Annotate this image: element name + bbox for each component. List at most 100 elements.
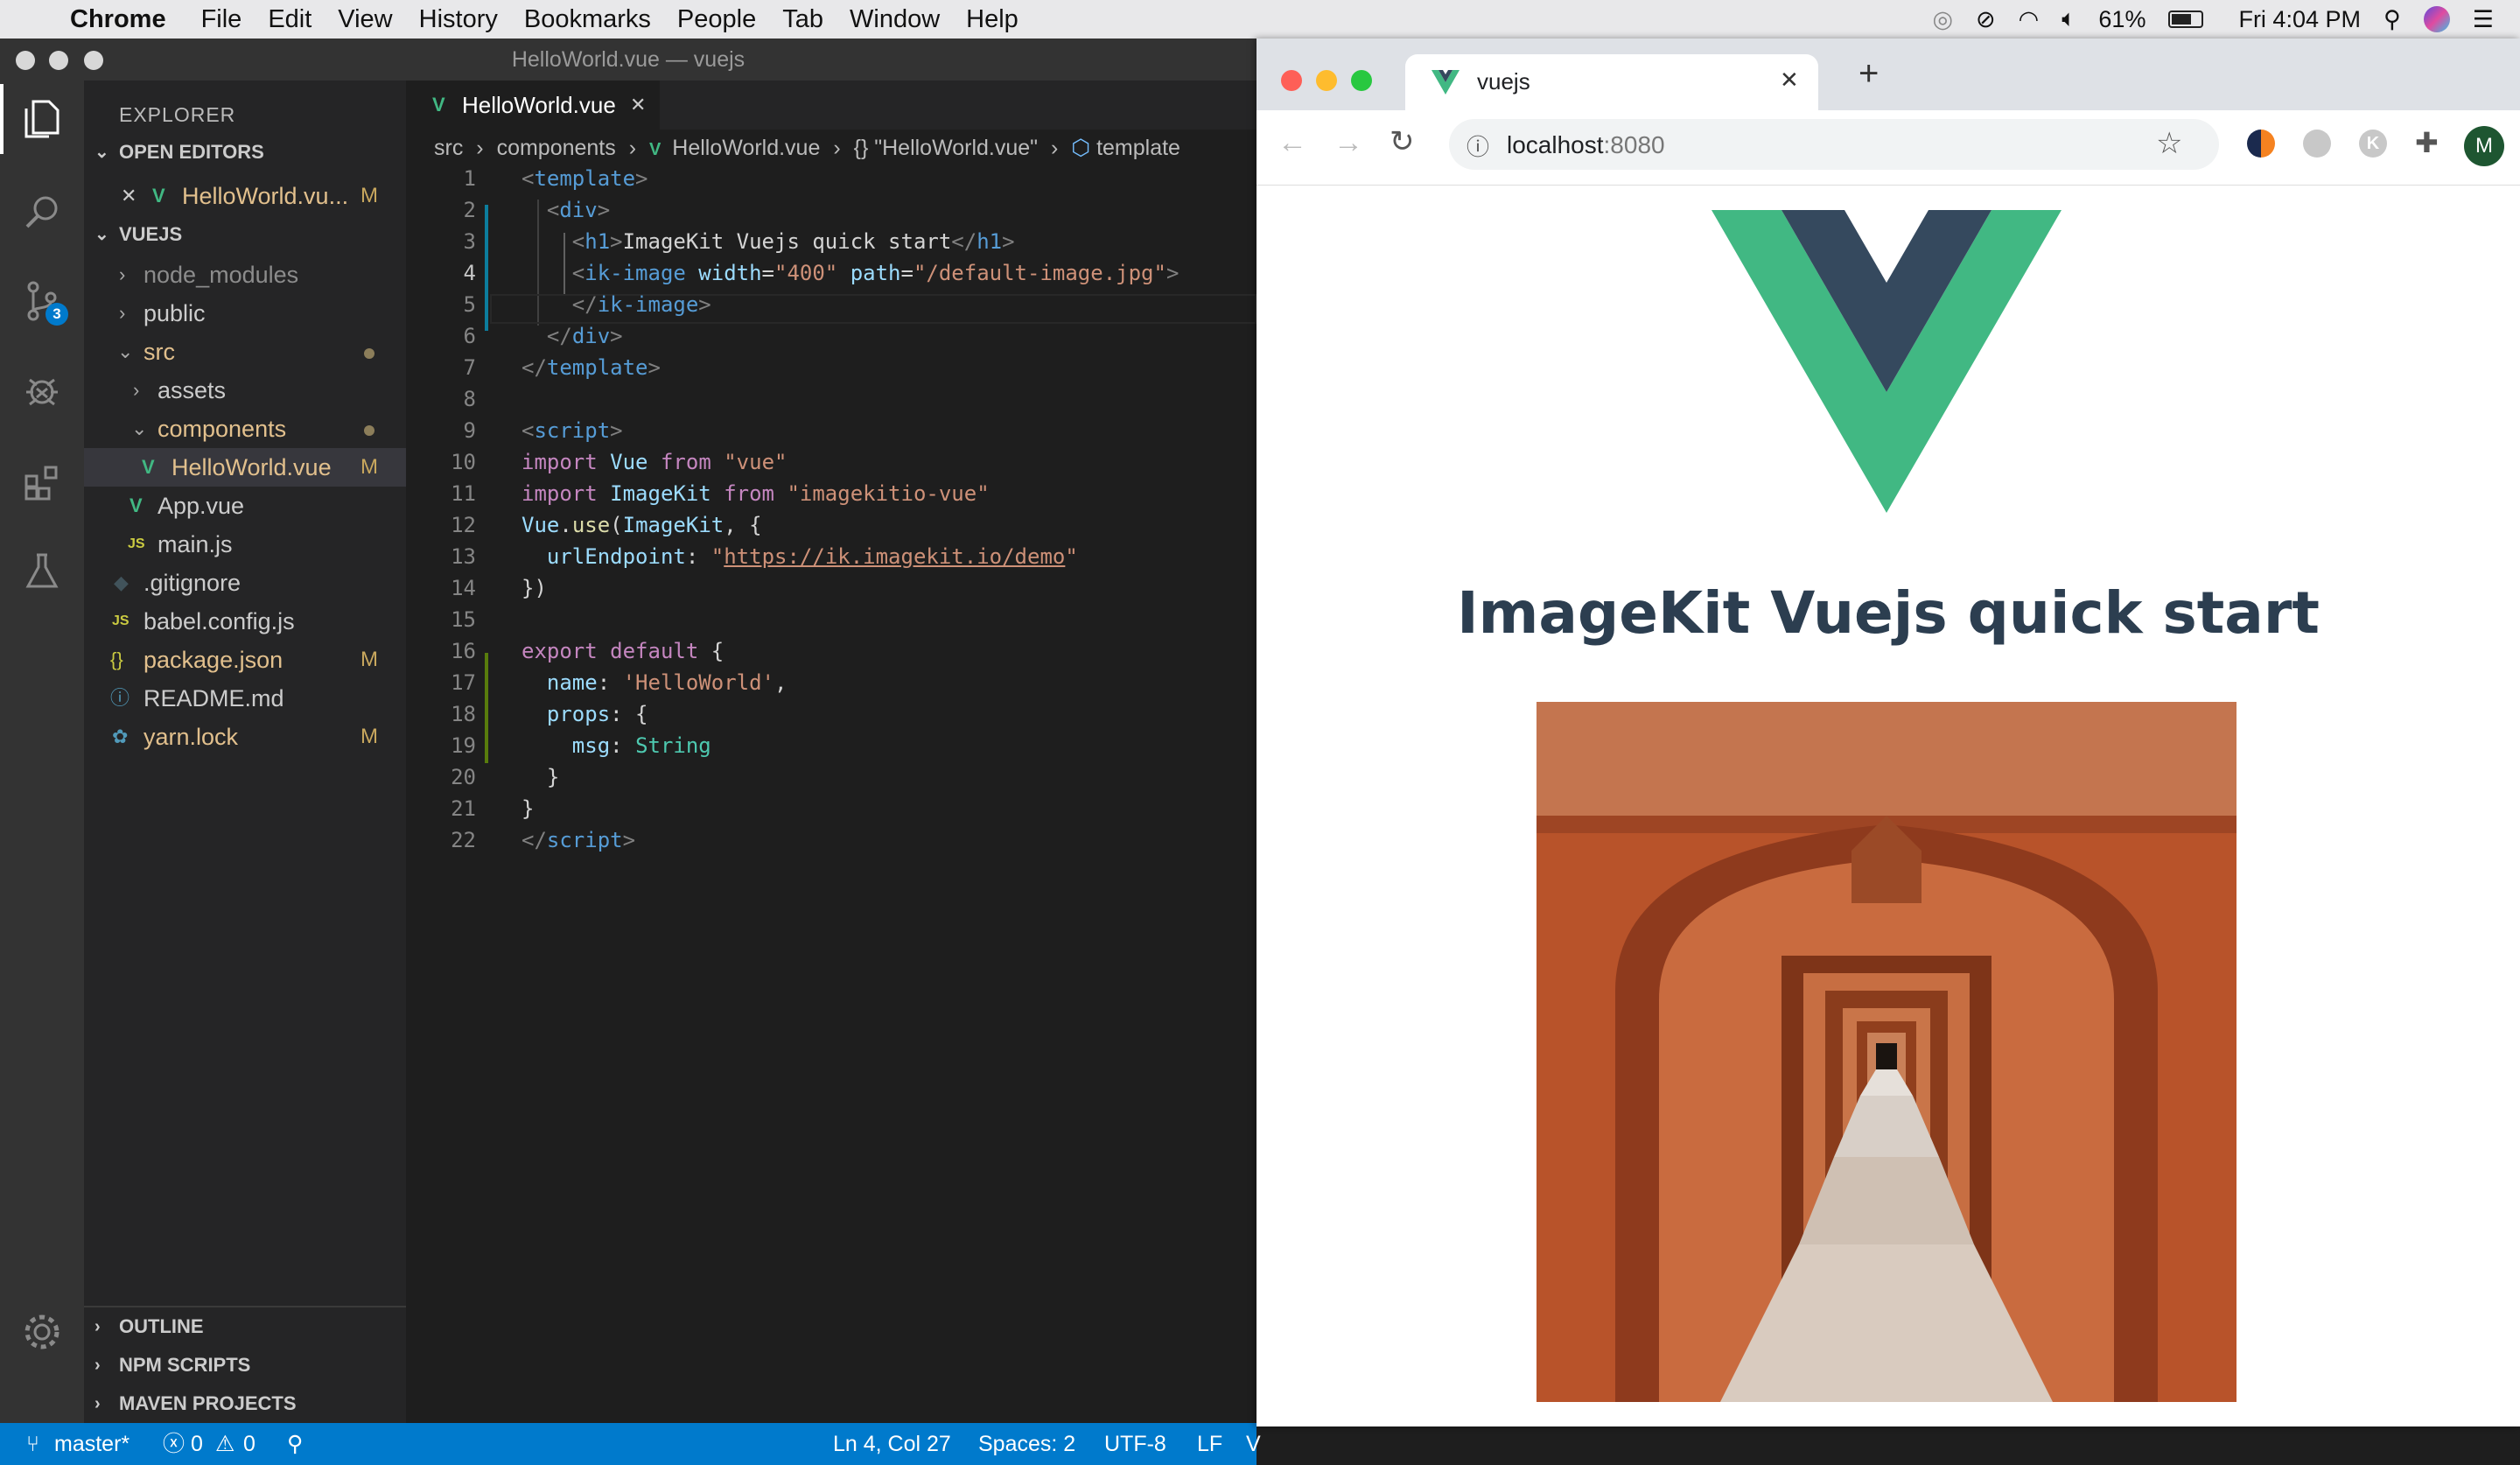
extensions-icon[interactable] (16, 455, 68, 508)
settings-gear-icon[interactable] (16, 1306, 68, 1358)
vue-file-icon: V (649, 140, 662, 159)
tree-item-helloworld[interactable]: V HelloWorld.vue M (84, 448, 406, 487)
code-editor[interactable]: 1 2 3 4 5 6 7 8 9 10 11 12 13 14 15 16 1… (406, 166, 1256, 1391)
open-editors-section[interactable]: ⌄ OPEN EDITORS (84, 135, 406, 170)
tree-item-readme[interactable]: ⓘ README.md (84, 679, 406, 718)
minimize-window-button[interactable] (49, 51, 68, 70)
siri-icon[interactable] (2423, 6, 2450, 32)
maven-projects-section[interactable]: › MAVEN PROJECTS (84, 1386, 406, 1421)
menu-people[interactable]: People (677, 5, 756, 34)
extension-icon[interactable] (2247, 130, 2275, 158)
modified-badge: M (360, 648, 378, 671)
spotlight-icon[interactable]: ⚲ (2384, 6, 2401, 33)
new-tab-button[interactable]: + (1858, 54, 1879, 94)
breadcrumb-components[interactable]: components (497, 136, 616, 160)
tree-item-label: main.js (158, 531, 233, 557)
volume-icon[interactable]: 🔈︎ (2062, 5, 2076, 33)
encoding[interactable]: UTF-8 (1104, 1423, 1166, 1465)
breadcrumb-module[interactable]: {} "HelloWorld.vue" (854, 136, 1038, 160)
tree-item-label: components (158, 416, 287, 442)
cursor-position[interactable]: Ln 4, Col 27 (833, 1423, 951, 1465)
menu-tab[interactable]: Tab (782, 5, 823, 34)
outline-section[interactable]: › OUTLINE (84, 1309, 406, 1344)
breadcrumb-src[interactable]: src (434, 136, 463, 160)
modified-badge: M (360, 455, 378, 479)
battery-icon[interactable] (2168, 11, 2204, 28)
tree-item-gitignore[interactable]: ◆ .gitignore (84, 564, 406, 602)
breadcrumb-template[interactable]: template (1096, 136, 1180, 160)
bookmark-star-icon[interactable]: ☆ (2156, 126, 2182, 161)
tree-item-assets[interactable]: › assets (84, 371, 406, 410)
menu-app-name[interactable]: Chrome (70, 5, 166, 34)
menu-edit[interactable]: Edit (268, 5, 312, 34)
npm-scripts-section[interactable]: › NPM SCRIPTS (84, 1348, 406, 1383)
tree-item-package-json[interactable]: {} package.json M (84, 641, 406, 679)
minimize-window-button[interactable] (1316, 70, 1337, 91)
line-number: 15 (451, 607, 476, 632)
tab-helloworld[interactable]: V HelloWorld.vue ✕ (406, 81, 660, 130)
test-flask-icon[interactable] (16, 544, 68, 597)
line-number: 1 (463, 166, 476, 191)
extension-k-icon[interactable]: K (2359, 130, 2387, 158)
url-port: :8080 (1603, 131, 1665, 158)
menu-history[interactable]: History (419, 5, 498, 34)
git-branch[interactable]: master* (54, 1423, 130, 1465)
menu-kebab-icon[interactable]: ⋮ (2513, 124, 2520, 159)
warning-count[interactable]: 0 (243, 1423, 256, 1465)
menu-file[interactable]: File (201, 5, 242, 34)
tree-item-src[interactable]: ⌄ src (84, 333, 406, 371)
notification-center-icon[interactable]: ☰ (2473, 6, 2494, 33)
zoom-window-button[interactable] (1351, 70, 1372, 91)
debug-icon[interactable] (16, 364, 68, 417)
line-ending[interactable]: LF (1197, 1423, 1222, 1465)
workspace-folder-section[interactable]: ⌄ VUEJS (84, 217, 406, 252)
zoom-window-button[interactable] (84, 51, 103, 70)
forward-button[interactable]: → (1334, 126, 1363, 160)
reload-button[interactable]: ↻ (1390, 124, 1415, 159)
address-bar[interactable]: ⓘ localhost:8080 ☆ (1449, 119, 2219, 170)
error-count[interactable]: 0 (191, 1423, 203, 1465)
sync-icon[interactable]: ◎ (1932, 6, 1953, 33)
line-number: 2 (463, 198, 476, 222)
extensions-puzzle-icon[interactable]: ✚ (2415, 126, 2439, 159)
close-window-button[interactable] (1281, 70, 1302, 91)
tree-item-app-vue[interactable]: V App.vue (84, 487, 406, 525)
browser-tab-vuejs[interactable]: vuejs ✕ (1405, 54, 1818, 110)
language-mode[interactable]: V (1246, 1423, 1261, 1465)
close-tab-icon[interactable]: ✕ (630, 81, 646, 130)
wifi-icon[interactable]: ◠ (2019, 6, 2040, 33)
open-editor-item[interactable]: ✕ V HelloWorld.vu... M (84, 177, 406, 215)
status-bar: ⑂ master* ⓧ 0 ⚠ 0 ⚲ Ln 4, Col 27 Spaces:… (0, 1423, 1261, 1465)
vpn-icon[interactable]: ⊘ (1976, 6, 1996, 33)
source-control-icon[interactable]: 3 (16, 275, 68, 327)
code-line: <div> (546, 198, 611, 222)
live-share-icon[interactable]: ⚲ (287, 1423, 303, 1465)
menu-help[interactable]: Help (966, 5, 1018, 34)
close-tab-icon[interactable]: ✕ (1780, 67, 1799, 94)
tree-item-babel-config[interactable]: JS babel.config.js (84, 602, 406, 641)
tree-item-node-modules[interactable]: › node_modules (84, 256, 406, 294)
site-info-icon[interactable]: ⓘ (1466, 130, 1489, 162)
open-editor-filename: HelloWorld.vu... (182, 183, 349, 209)
menu-bookmarks[interactable]: Bookmarks (524, 5, 651, 34)
back-button[interactable]: ← (1278, 126, 1307, 160)
url-text: localhost:8080 (1507, 131, 1665, 159)
tree-item-yarn-lock[interactable]: ✿ yarn.lock M (84, 718, 406, 756)
tree-item-public[interactable]: › public (84, 294, 406, 333)
info-file-icon: ⓘ (110, 687, 130, 709)
menu-view[interactable]: View (338, 5, 392, 34)
tree-item-components[interactable]: ⌄ components (84, 410, 406, 448)
extension-icon[interactable] (2303, 130, 2331, 158)
tree-item-main-js[interactable]: JS main.js (84, 525, 406, 564)
search-icon[interactable] (16, 186, 68, 238)
explorer-icon[interactable] (16, 93, 68, 145)
breadcrumb-file[interactable]: HelloWorld.vue (672, 136, 820, 160)
close-window-button[interactable] (16, 51, 35, 70)
chevron-down-icon: ⌄ (117, 340, 134, 362)
clock[interactable]: Fri 4:04 PM (2238, 6, 2361, 33)
indentation[interactable]: Spaces: 2 (978, 1423, 1075, 1465)
menu-window[interactable]: Window (850, 5, 940, 34)
chevron-right-icon: › (476, 136, 484, 160)
close-icon[interactable]: ✕ (121, 177, 136, 215)
profile-avatar[interactable]: M (2464, 126, 2504, 166)
